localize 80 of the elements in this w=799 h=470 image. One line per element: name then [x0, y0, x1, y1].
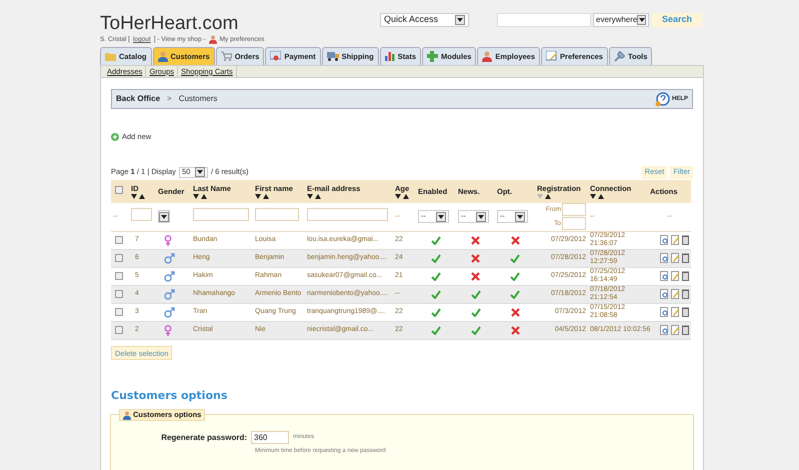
male-icon: [164, 288, 175, 300]
help-icon: [654, 92, 670, 106]
search-scope-select[interactable]: everywhere: [593, 13, 649, 27]
filter-input[interactable]: [562, 217, 586, 230]
dropdown-arrow-icon: [515, 212, 525, 222]
section-title: Customers options: [111, 388, 228, 404]
row-checkbox[interactable]: [115, 308, 123, 316]
trash-icon[interactable]: [682, 271, 689, 281]
trash-icon[interactable]: [682, 235, 689, 245]
edit-icon[interactable]: [671, 307, 680, 317]
document-pencil-icon: [546, 51, 558, 62]
view-icon[interactable]: [660, 253, 669, 263]
female-icon: [164, 324, 172, 336]
cross-icon: [510, 326, 520, 334]
view-icon[interactable]: [660, 289, 669, 299]
cross-icon: [510, 308, 520, 316]
view-icon[interactable]: [660, 271, 669, 281]
dropdown-arrow-icon: [194, 167, 205, 177]
edit-icon[interactable]: [671, 253, 680, 263]
person-icon: [123, 410, 131, 420]
sort-arrows-icon[interactable]: [255, 194, 270, 199]
trash-icon[interactable]: [682, 325, 689, 335]
dropdown-arrow-icon: [436, 212, 446, 222]
trash-icon[interactable]: [682, 253, 689, 263]
row-checkbox[interactable]: [115, 290, 123, 298]
dropdown-arrow-icon: [637, 15, 646, 25]
filter-input[interactable]: [255, 208, 299, 221]
trash-icon[interactable]: [682, 307, 689, 317]
dropdown-arrow-icon: [476, 212, 486, 222]
field-label: Regenerate password:: [160, 432, 247, 444]
dropdown-arrow-icon: [455, 15, 465, 25]
cart-icon: [220, 51, 232, 62]
view-icon[interactable]: [660, 235, 669, 245]
filter-input[interactable]: [193, 208, 249, 221]
add-icon: [111, 133, 119, 141]
site-title: ToHerHeart.com: [100, 13, 240, 35]
trash-icon[interactable]: [682, 289, 689, 299]
bar-chart-icon: [384, 51, 395, 62]
breadcrumb-separator: >: [167, 93, 172, 105]
wrench-icon: [614, 50, 625, 62]
row-checkbox[interactable]: [115, 236, 123, 244]
row-checkbox[interactable]: [115, 254, 123, 262]
password-interval-field[interactable]: 360: [251, 431, 289, 444]
filter-select[interactable]: [158, 210, 170, 224]
select-all-checkbox[interactable]: [115, 186, 123, 194]
truck-icon: [326, 52, 339, 61]
breadcrumb-root[interactable]: Back Office: [116, 93, 160, 105]
row-checkbox[interactable]: [115, 272, 123, 280]
male-icon: [164, 306, 175, 318]
sort-arrows-icon[interactable]: [395, 194, 410, 199]
cross-icon: [510, 236, 520, 244]
breadcrumb-current: Customers: [178, 93, 218, 105]
sort-arrows-icon[interactable]: [193, 194, 208, 199]
folder-icon: [105, 51, 116, 62]
edit-icon[interactable]: [671, 271, 680, 281]
filter-input[interactable]: [131, 208, 152, 221]
sort-arrows-icon[interactable]: [131, 194, 146, 199]
cross-icon: [471, 236, 480, 244]
dropdown-arrow-icon: [159, 212, 169, 222]
male-icon: [164, 252, 175, 264]
sort-arrows-icon[interactable]: [590, 194, 605, 199]
edit-icon[interactable]: [671, 325, 680, 335]
person-icon: [158, 50, 168, 62]
female-icon: [164, 234, 172, 246]
male-icon: [164, 270, 175, 282]
row-checkbox[interactable]: [115, 326, 123, 334]
sort-arrows-icon[interactable]: [307, 194, 322, 199]
cross-icon: [471, 254, 480, 262]
cross-icon: [471, 272, 480, 280]
quick-access-select[interactable]: Quick Access: [380, 13, 469, 27]
edit-icon[interactable]: [671, 289, 680, 299]
search-field[interactable]: [497, 13, 591, 27]
sort-arrows-icon[interactable]: [537, 194, 552, 199]
person-icon: [208, 35, 217, 44]
view-icon[interactable]: [660, 325, 669, 335]
edit-icon[interactable]: [671, 235, 680, 245]
person-icon: [482, 50, 492, 62]
view-icon[interactable]: [660, 307, 669, 317]
filter-input[interactable]: [307, 208, 388, 221]
filter-input[interactable]: [562, 203, 586, 216]
